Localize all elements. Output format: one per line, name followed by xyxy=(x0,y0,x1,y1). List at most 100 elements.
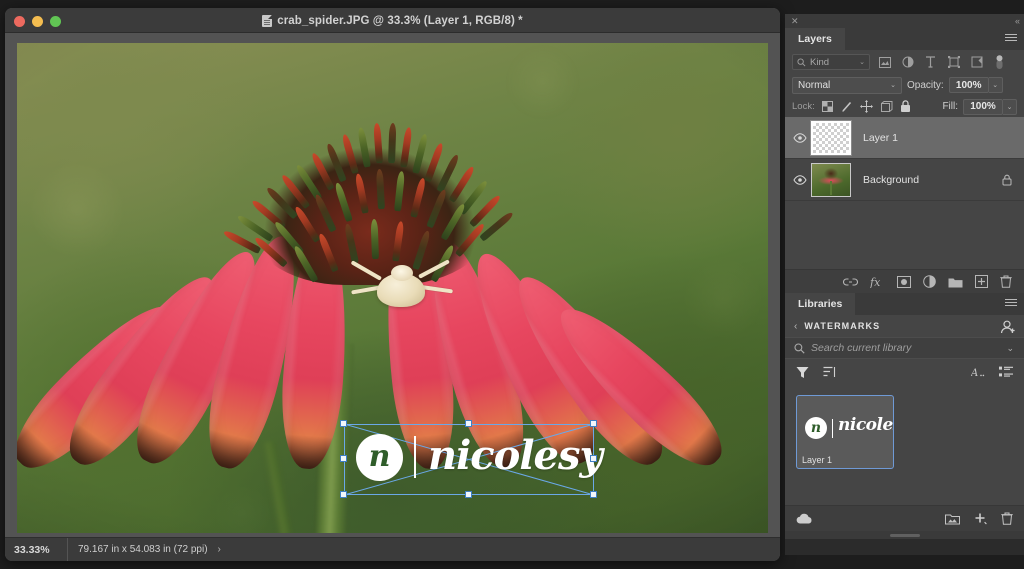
filter-kind-label: Kind xyxy=(810,57,829,68)
table-row[interactable]: Layer 1 xyxy=(785,117,1024,159)
shape-filter-icon[interactable] xyxy=(945,55,962,70)
delete-icon[interactable] xyxy=(1001,512,1013,525)
watermark-monogram-letter: n xyxy=(369,442,391,472)
transform-handle-se[interactable] xyxy=(590,491,597,498)
sort-icon[interactable] xyxy=(823,366,836,378)
transform-handle-n[interactable] xyxy=(465,420,472,427)
fill-input[interactable]: 100% xyxy=(963,99,1003,115)
blend-mode-select[interactable]: Normal ⌄ xyxy=(792,77,902,94)
dock-resize-handle[interactable] xyxy=(785,531,1024,539)
library-name: WATERMARKS xyxy=(804,321,880,331)
library-item-graphic: n nicolesy xyxy=(805,414,887,444)
layer-name[interactable]: Background xyxy=(851,174,1002,186)
watermark-wordmark: nicolesy xyxy=(428,432,602,479)
library-items-grid[interactable]: n nicolesy Layer 1 xyxy=(785,385,1024,505)
panel-menu-icon[interactable] xyxy=(1005,34,1017,44)
image-canvas[interactable]: n nicolesy xyxy=(17,43,768,533)
add-content-icon[interactable] xyxy=(974,512,987,525)
layers-tabrow: Layers xyxy=(785,28,1024,50)
smart-object-filter-icon[interactable] xyxy=(968,55,985,70)
search-input[interactable]: Search current library xyxy=(811,342,911,354)
lock-position-icon[interactable] xyxy=(860,99,873,114)
chevron-down-icon: ⌄ xyxy=(859,58,865,66)
layer-style-fx-icon[interactable]: fx xyxy=(870,276,885,288)
font-view-icon[interactable]: A xyxy=(971,366,985,378)
delete-layer-icon[interactable] xyxy=(1000,275,1012,288)
filter-kind-select[interactable]: Kind ⌄ xyxy=(792,54,870,70)
new-group-icon[interactable] xyxy=(948,276,963,288)
list-view-icon[interactable] xyxy=(999,366,1013,378)
layer-list: Layer 1 Background xyxy=(785,117,1024,269)
window-titlebar: crab_spider.JPG @ 33.3% (Layer 1, RGB/8)… xyxy=(5,8,780,33)
new-layer-icon[interactable] xyxy=(975,275,988,288)
layers-panel-toolbar: fx xyxy=(785,269,1024,293)
image-filter-icon[interactable] xyxy=(876,55,893,70)
new-adjustment-layer-icon[interactable] xyxy=(923,275,936,288)
transform-handle-sw[interactable] xyxy=(340,491,347,498)
filter-funnel-icon[interactable] xyxy=(796,366,809,379)
opacity-stepper[interactable]: ⌄ xyxy=(989,77,1003,93)
table-row[interactable]: Background xyxy=(785,159,1024,201)
type-filter-icon[interactable] xyxy=(922,55,939,70)
layer-list-empty-space[interactable] xyxy=(785,201,1024,269)
panel-menu-icon[interactable] xyxy=(1005,299,1017,309)
tab-libraries[interactable]: Libraries xyxy=(785,293,855,315)
add-from-file-icon[interactable] xyxy=(945,513,960,525)
link-layers-icon[interactable] xyxy=(843,277,858,287)
zoom-level-field[interactable]: 33.33% xyxy=(5,544,67,556)
transform-handle-ne[interactable] xyxy=(590,420,597,427)
add-layer-mask-icon[interactable] xyxy=(897,276,911,288)
layer-visibility-toggle[interactable] xyxy=(789,133,811,143)
opacity-label: Opacity: xyxy=(907,80,944,91)
fill-stepper[interactable]: ⌄ xyxy=(1003,99,1017,115)
lock-label: Lock: xyxy=(792,101,815,112)
layer-visibility-toggle[interactable] xyxy=(789,175,811,185)
layer-locked-icon xyxy=(1002,174,1024,186)
layer-thumbnail[interactable] xyxy=(811,163,851,197)
layers-panel: Layers Kind ⌄ xyxy=(785,28,1024,293)
library-search-row[interactable]: Search current library ⌄ xyxy=(785,337,1024,359)
lock-image-pixels-icon[interactable] xyxy=(841,99,853,114)
sync-cloud-icon[interactable] xyxy=(796,513,813,524)
status-menu-arrow[interactable]: › xyxy=(208,544,221,555)
lock-artboard-nesting-icon[interactable] xyxy=(880,99,893,114)
transform-handle-s[interactable] xyxy=(465,491,472,498)
filter-toggle-switch[interactable] xyxy=(991,55,1008,70)
lock-row: Lock: Fill: 1 xyxy=(785,96,1024,117)
opacity-input[interactable]: 100% xyxy=(949,77,989,93)
layer-name[interactable]: Layer 1 xyxy=(851,132,1024,144)
window-title: crab_spider.JPG @ 33.3% (Layer 1, RGB/8)… xyxy=(5,8,780,33)
lock-all-icon[interactable] xyxy=(900,99,912,114)
canvas-area[interactable]: n nicolesy xyxy=(5,33,780,537)
invite-collaborator-icon[interactable] xyxy=(1000,319,1016,335)
eye-icon xyxy=(793,133,807,143)
layer-filter-row: Kind ⌄ xyxy=(785,50,1024,74)
libraries-panel-toolbar xyxy=(785,505,1024,531)
chevron-down-icon[interactable]: ⌄ xyxy=(1006,343,1014,354)
dock-header: ✕ « xyxy=(785,14,1024,28)
photoshop-window: crab_spider.JPG @ 33.3% (Layer 1, RGB/8)… xyxy=(0,0,1024,569)
document-window: crab_spider.JPG @ 33.3% (Layer 1, RGB/8)… xyxy=(5,8,780,561)
lock-transparent-pixels-icon[interactable] xyxy=(822,99,834,114)
transform-handle-nw[interactable] xyxy=(340,420,347,427)
library-tool-row: A xyxy=(785,359,1024,385)
window-title-text: crab_spider.JPG @ 33.3% (Layer 1, RGB/8)… xyxy=(277,15,523,27)
collapse-panels-icon[interactable]: « xyxy=(1015,16,1018,26)
search-icon xyxy=(797,58,806,67)
transform-handle-e[interactable] xyxy=(590,455,597,462)
watermark-wordmark: nicolesy xyxy=(838,415,894,435)
layer-thumbnail[interactable] xyxy=(811,121,851,155)
watermark-monogram-letter: n xyxy=(811,421,821,435)
watermark-monogram: n xyxy=(356,434,403,481)
document-dimensions: 79.167 in x 54.083 in (72 ppi) xyxy=(68,544,208,555)
list-item[interactable]: n nicolesy Layer 1 xyxy=(796,395,894,469)
back-chevron-icon[interactable]: ‹ xyxy=(794,321,797,332)
fill-label: Fill: xyxy=(942,101,958,112)
transform-handle-w[interactable] xyxy=(340,455,347,462)
library-view-tools: A xyxy=(971,366,1013,378)
adjustment-filter-icon[interactable] xyxy=(899,55,916,70)
tab-layers[interactable]: Layers xyxy=(785,28,845,50)
transform-bounding-box[interactable]: n nicolesy xyxy=(344,424,594,495)
close-icon[interactable]: ✕ xyxy=(791,16,799,26)
search-icon xyxy=(794,343,805,354)
